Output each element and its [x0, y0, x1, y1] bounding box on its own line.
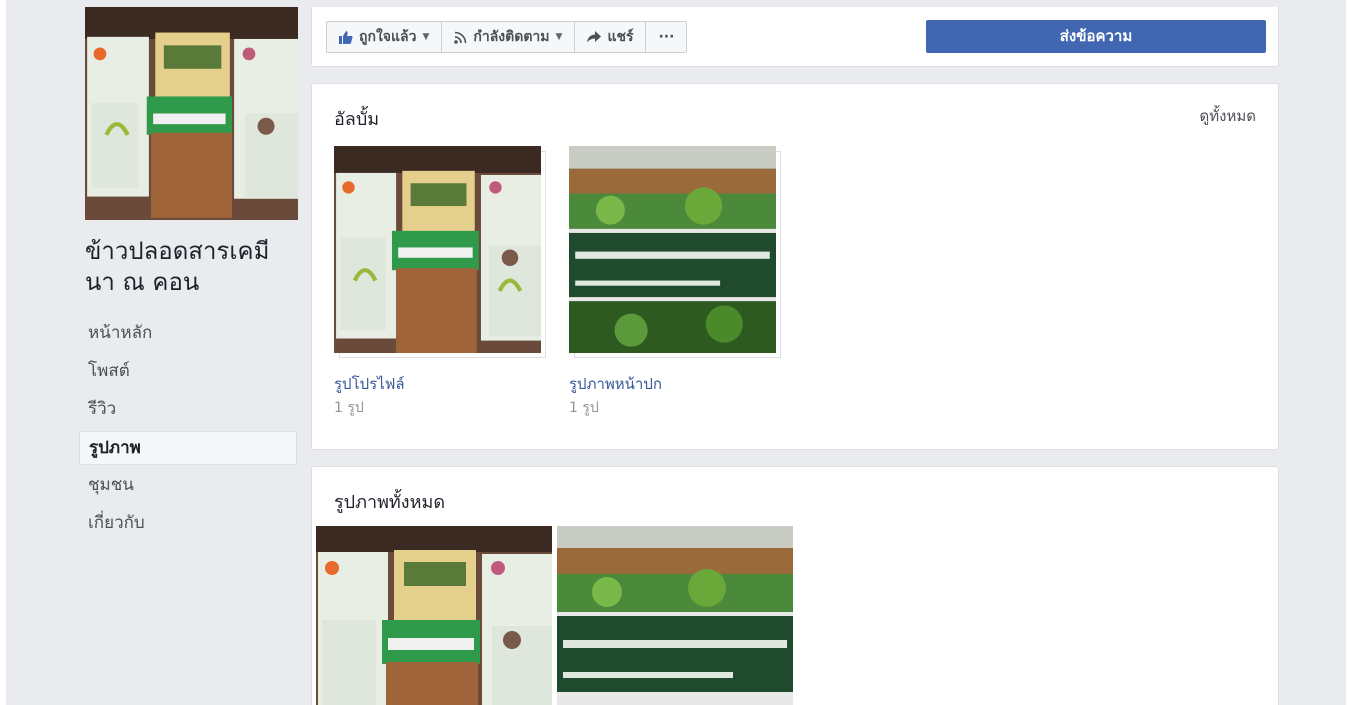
following-button[interactable]: กำลังติดตาม ▼ — [442, 22, 576, 52]
album-name[interactable]: รูปโปรไฟล์ — [334, 372, 549, 396]
page-name[interactable]: ข้าวปลอดสารเคมี นา ณ คอน — [85, 236, 300, 298]
sidebar-item-reviews[interactable]: รีวิว — [79, 391, 297, 429]
album-profile-pictures[interactable]: รูปโปรไฟล์ 1 รูป — [334, 146, 549, 419]
share-label: แชร์ — [607, 29, 634, 45]
action-button-group: ถูกใจแล้ว ▼ กำลังติดตาม ▼ แชร์ ··· — [326, 21, 688, 53]
rice-products-photo[interactable] — [316, 526, 552, 705]
album-cover-photos[interactable]: รูปภาพหน้าปก 1 รูป — [569, 146, 784, 419]
album-photo-count: 1 รูป — [569, 400, 599, 416]
send-message-button[interactable]: ส่งข้อความ — [926, 20, 1266, 53]
share-arrow-icon — [587, 31, 602, 43]
share-button[interactable]: แชร์ — [575, 22, 647, 52]
sidebar-item-posts[interactable]: โพสต์ — [79, 353, 297, 391]
sidebar-item-about[interactable]: เกี่ยวกับ — [79, 505, 297, 543]
caret-down-icon: ▼ — [422, 32, 430, 42]
page-action-bar: ถูกใจแล้ว ▼ กำลังติดตาม ▼ แชร์ ··· ส่งข้… — [311, 7, 1279, 67]
following-label: กำลังติดตาม — [473, 29, 550, 45]
left-edge — [0, 0, 6, 705]
album-name[interactable]: รูปภาพหน้าปก — [569, 372, 784, 396]
album-thumbnail[interactable] — [569, 146, 781, 358]
more-options-button[interactable]: ··· — [646, 22, 686, 52]
caret-down-icon: ▼ — [555, 32, 563, 42]
rss-feed-icon — [454, 31, 467, 44]
all-photos-title: รูปภาพทั้งหมด — [334, 492, 446, 513]
all-photos-section: รูปภาพทั้งหมด — [311, 466, 1279, 705]
community-sign-photo[interactable] — [557, 526, 793, 705]
sidebar-item-community[interactable]: ชุมชน — [79, 467, 297, 505]
rice-products-photo[interactable] — [334, 146, 541, 353]
sidebar-item-photos[interactable]: รูปภาพ — [79, 431, 297, 465]
right-edge — [1346, 0, 1351, 705]
sidebar-item-home[interactable]: หน้าหลัก — [79, 315, 297, 353]
albums-title: อัลบั้ม — [334, 109, 380, 130]
liked-label: ถูกใจแล้ว — [359, 29, 417, 45]
sidebar-nav: หน้าหลัก โพสต์ รีวิว รูปภาพ ชุมชน เกี่ยว… — [79, 315, 297, 543]
thumbs-up-icon — [339, 30, 353, 44]
albums-section: อัลบั้ม ดูทั้งหมด รูปโปรไฟล์ 1 รูป รูปภา… — [311, 83, 1279, 450]
community-sign-photo[interactable] — [569, 146, 776, 353]
see-all-link[interactable]: ดูทั้งหมด — [1200, 104, 1256, 128]
page-profile-photo[interactable] — [85, 7, 298, 220]
album-thumbnail[interactable] — [334, 146, 546, 358]
liked-button[interactable]: ถูกใจแล้ว ▼ — [327, 22, 443, 52]
album-photo-count: 1 รูป — [334, 400, 364, 416]
more-ellipsis-icon: ··· — [658, 29, 675, 45]
